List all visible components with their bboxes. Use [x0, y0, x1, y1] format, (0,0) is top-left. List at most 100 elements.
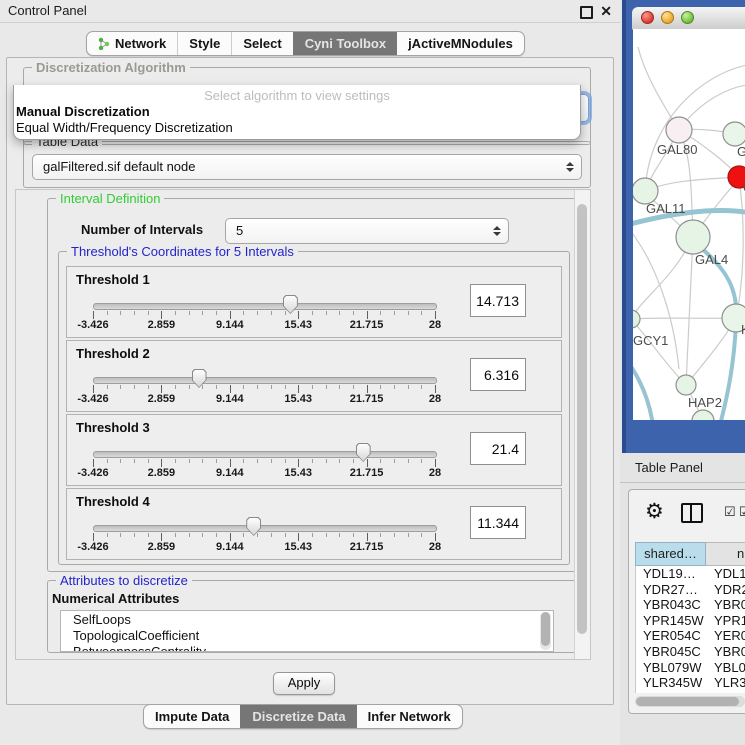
attributes-list-scroll-thumb[interactable] [541, 612, 550, 646]
table-row[interactable]: YDR27…YDR2 [636, 582, 745, 598]
tick-label: -3.426 [77, 319, 108, 331]
table-horizontal-scrollbar[interactable] [635, 696, 745, 707]
discretization-algorithm-group-title: Discretization Algorithm [32, 60, 190, 75]
table-row[interactable]: YBL079WYBL0 [636, 660, 745, 676]
control-panel-title: Control Panel [8, 0, 87, 22]
mac-close-light[interactable] [641, 11, 654, 24]
table-row[interactable]: YDL19…YDL1 [636, 566, 745, 582]
apply-button[interactable]: Apply [273, 672, 335, 695]
threshold-value-field[interactable]: 21.4 [470, 432, 526, 465]
cell-name: YER0 [707, 628, 745, 644]
algorithm-option-manual[interactable]: Manual Discretization [16, 104, 150, 119]
tab-infer-network[interactable]: Infer Network [357, 705, 462, 728]
tick-mark [367, 385, 368, 393]
tick-mark [339, 385, 340, 389]
tick-mark [394, 459, 395, 463]
network-node[interactable] [666, 117, 692, 143]
table-row[interactable]: YBR043CYBR0 [636, 597, 745, 613]
column-header-shared-name[interactable]: shared… [635, 542, 706, 566]
tick-mark [271, 385, 272, 389]
table-row[interactable]: YLR345WYLR3 [636, 675, 745, 691]
tick-mark [312, 533, 313, 537]
tab-jactivemnodules[interactable]: jActiveMNodules [397, 32, 524, 55]
network-window-titlebar[interactable] [632, 7, 745, 30]
attributes-list-scrollbar[interactable] [540, 612, 551, 650]
network-node[interactable] [676, 375, 696, 395]
stepper-arrows-icon [566, 162, 574, 172]
network-view-canvas[interactable]: GAL80GACGAL11GAL4HGCY1HAP2 [633, 29, 745, 420]
cell-name: YBL0 [707, 660, 745, 676]
tick-mark [353, 385, 354, 389]
settings-scroll-thumb[interactable] [577, 204, 587, 634]
tick-label: -3.426 [77, 541, 108, 553]
mac-minimize-light[interactable] [661, 11, 674, 24]
slider-track[interactable] [93, 377, 437, 384]
control-panel-window: Control Panel ✕ Network Style Select Cyn… [0, 0, 621, 745]
tick-mark [93, 311, 94, 319]
tick-mark [161, 385, 162, 393]
attribute-item[interactable]: TopologicalCoefficient [73, 628, 553, 644]
slider-track[interactable] [93, 303, 437, 310]
threshold-value-field[interactable]: 11.344 [470, 506, 526, 539]
slider-track[interactable] [93, 451, 437, 458]
tab-discretize-data[interactable]: Discretize Data [240, 705, 356, 728]
network-node[interactable] [676, 220, 710, 254]
algorithm-option-equal-width[interactable]: Equal Width/Frequency Discretization [16, 120, 233, 135]
network-node[interactable] [633, 310, 640, 328]
tick-mark [394, 533, 395, 537]
tick-mark [285, 459, 286, 463]
checkbox-icon[interactable]: ☑ [724, 505, 736, 518]
stepper-arrows-icon [493, 226, 501, 236]
table-data-combobox-value: galFiltered.sif default node [43, 155, 195, 179]
threshold-value-field[interactable]: 14.713 [470, 284, 526, 317]
table-panel-title: Table Panel [635, 460, 703, 475]
network-node[interactable] [723, 122, 745, 146]
tick-mark [312, 459, 313, 463]
tick-mark [353, 533, 354, 537]
tab-select[interactable]: Select [231, 32, 292, 55]
gear-icon[interactable]: ⚙ [645, 501, 664, 522]
tab-style[interactable]: Style [177, 32, 231, 55]
column-header-name[interactable]: n [706, 542, 745, 566]
tab-network[interactable]: Network [87, 32, 177, 55]
attribute-item[interactable]: SelfLoops [73, 612, 553, 628]
tick-mark [189, 385, 190, 389]
tick-mark [107, 385, 108, 389]
right-panel-area: GAL80GACGAL11GAL4HGCY1HAP2 Table Panel ⚙… [620, 0, 745, 745]
tick-mark [326, 459, 327, 463]
tick-mark [257, 533, 258, 537]
close-icon[interactable]: ✕ [600, 4, 612, 18]
threshold-1-panel: Threshold 1-3.4262.8599.14415.4321.71528… [66, 266, 562, 338]
table-row[interactable]: YBR045CYBR0 [636, 644, 745, 660]
tick-mark [421, 385, 422, 389]
tick-mark [298, 533, 299, 541]
float-window-icon[interactable] [580, 6, 593, 19]
cell-shared-name: YBR045C [636, 644, 707, 660]
tick-mark [120, 311, 121, 315]
tick-label: 21.715 [350, 467, 384, 479]
table-row[interactable]: YIL052CYIL0 [636, 691, 745, 693]
attribute-item[interactable]: BetweennessCentrality [73, 644, 553, 652]
table-horizontal-scroll-thumb[interactable] [636, 697, 739, 706]
threshold-value-field[interactable]: 6.316 [470, 358, 526, 391]
tab-cyni-toolbox[interactable]: Cyni Toolbox [293, 32, 397, 55]
threshold-2-panel: Threshold 2-3.4262.8599.14415.4321.71528… [66, 340, 562, 412]
network-node[interactable] [692, 410, 714, 420]
settings-vertical-scrollbar[interactable] [574, 190, 590, 659]
tick-mark [161, 459, 162, 467]
numerical-attributes-items: SelfLoopsTopologicalCoefficientBetweenne… [61, 611, 553, 652]
checkbox-icon[interactable]: ☑ [739, 505, 745, 518]
tick-mark [148, 311, 149, 315]
split-columns-icon[interactable] [681, 503, 703, 523]
table-row[interactable]: YPR145WYPR1 [636, 613, 745, 629]
table-row[interactable]: YER054CYER0 [636, 628, 745, 644]
slider-track[interactable] [93, 525, 437, 532]
mac-zoom-light[interactable] [681, 11, 694, 24]
tick-label: 21.715 [350, 319, 384, 331]
number-of-intervals-combobox[interactable]: 5 [225, 218, 509, 244]
table-data-combobox[interactable]: galFiltered.sif default node [32, 154, 582, 180]
cell-name: YBR0 [707, 597, 745, 613]
tick-mark [148, 385, 149, 389]
tab-impute-data[interactable]: Impute Data [144, 705, 240, 728]
tick-mark [312, 385, 313, 389]
